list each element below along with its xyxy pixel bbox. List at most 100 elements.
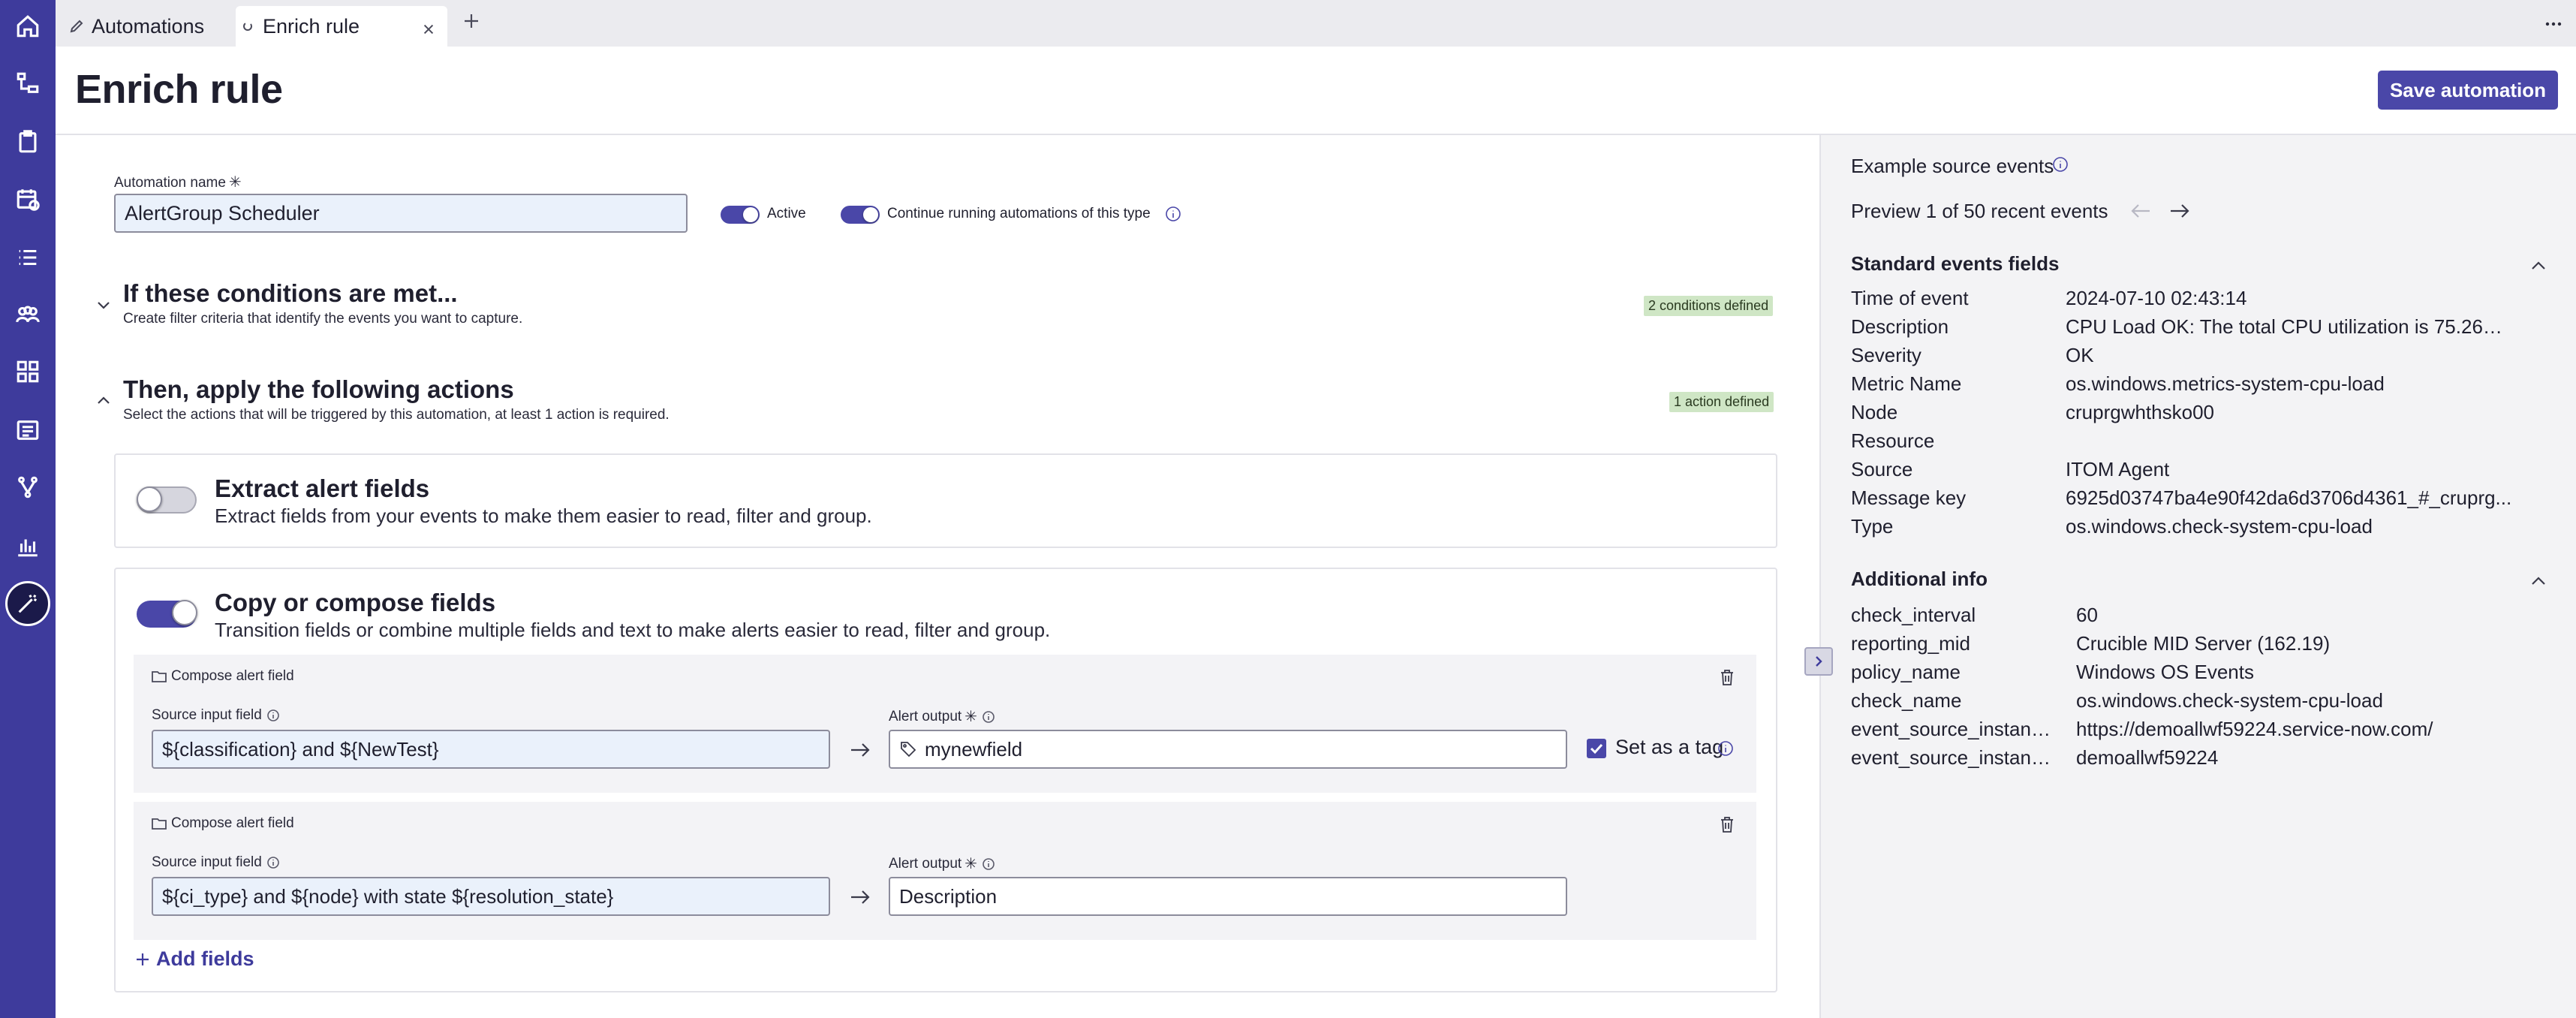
extract-subtitle: Extract fields from your events to make … (215, 504, 872, 527)
compose-alert-field-block: Compose alert field Source input field A… (134, 655, 1756, 793)
field-key: Message key (1851, 486, 1967, 509)
field-key: Time of event (1851, 287, 1969, 309)
standard-field-row: Message key 6925d03747ba4e90f42da6d3706d4… (1851, 486, 2549, 515)
info-icon[interactable] (266, 709, 280, 722)
chevron-up-icon[interactable] (95, 392, 113, 410)
arrow-right-icon (850, 742, 871, 758)
extract-fields-toggle[interactable] (137, 486, 197, 514)
app-root: Automations Enrich rule Enrich rule Save… (0, 0, 2576, 1018)
standard-field-row: Source ITOM Agent (1851, 458, 2549, 486)
hierarchy-icon[interactable] (8, 63, 48, 104)
close-icon[interactable] (422, 18, 437, 35)
clipboard-icon[interactable] (8, 122, 48, 162)
page-title: Enrich rule (75, 67, 283, 112)
source-input-label: Source input field (152, 707, 280, 724)
field-value: cruprgwhthsko00 (2066, 401, 2214, 423)
add-fields-label: Add fields (156, 947, 254, 970)
info-icon[interactable] (1717, 740, 1734, 757)
left-nav-rail (0, 0, 56, 1018)
alert-output-label-text: Alert output (889, 855, 962, 872)
compose-fields-toggle[interactable] (137, 600, 197, 628)
info-icon[interactable] (2052, 156, 2069, 173)
additional-field-row: check_interval 60 (1851, 604, 2549, 632)
arrow-left-icon[interactable] (2130, 203, 2153, 219)
field-value: CPU Load OK: The total CPU utilization i… (2066, 315, 2516, 338)
compose-subtitle: Transition fields or combine multiple fi… (215, 619, 1051, 641)
continue-running-toggle[interactable] (841, 206, 880, 224)
panel-title: Example source events (1851, 155, 2054, 178)
table-list-icon[interactable] (8, 410, 48, 450)
conditions-title: If these conditions are met... (123, 279, 458, 307)
automation-name-label: Automation name ✳ (114, 173, 242, 191)
trash-icon[interactable] (1719, 815, 1737, 835)
chart-icon[interactable] (8, 526, 48, 566)
toggle-knob (137, 486, 162, 512)
field-key: Node (1851, 401, 1898, 423)
tab-label: Enrich rule (263, 14, 360, 38)
extract-title: Extract alert fields (215, 474, 430, 502)
source-input-label-text: Source input field (152, 854, 262, 870)
additional-field-row: check_name os.windows.check-system-cpu-lo… (1851, 689, 2549, 718)
chevron-up-icon[interactable] (2529, 258, 2549, 273)
add-tab-icon[interactable] (461, 11, 486, 36)
automation-name-label-text: Automation name (114, 175, 226, 191)
alert-output-field[interactable]: mynewfield (889, 730, 1567, 769)
grid-icon[interactable] (8, 351, 48, 392)
folder-icon (152, 671, 167, 682)
active-label: Active (767, 206, 806, 221)
field-key: policy_name (1851, 661, 1961, 683)
alert-output-label-text: Alert output (889, 708, 962, 724)
add-fields-button[interactable]: Add fields (134, 947, 254, 971)
chevron-down-icon[interactable] (95, 296, 113, 314)
additional-info-title: Additional info (1851, 568, 1988, 590)
field-key: Type (1851, 515, 1894, 538)
field-key: Metric Name (1851, 372, 1962, 395)
toggle-knob (863, 207, 878, 222)
trash-icon[interactable] (1719, 668, 1737, 688)
field-value: OK (2066, 344, 2094, 366)
field-key: check_interval (1851, 604, 1976, 626)
automation-name-input[interactable] (114, 194, 688, 233)
info-icon[interactable] (982, 857, 995, 871)
panel-title-text: Example source events (1851, 155, 2054, 177)
alert-output-value: Description (899, 884, 998, 908)
source-input-field[interactable] (152, 730, 830, 769)
info-icon[interactable] (266, 856, 280, 869)
more-options-icon[interactable] (2544, 15, 2562, 33)
standard-field-row: Resource (1851, 429, 2549, 458)
group-icon[interactable] (8, 294, 48, 335)
branch-icon[interactable] (8, 467, 48, 507)
list-icon[interactable] (8, 237, 48, 278)
active-toggle[interactable] (721, 206, 760, 224)
chevron-right-icon[interactable] (1804, 647, 1833, 676)
compose-header-text: Compose alert field (171, 815, 294, 831)
tab-automations[interactable]: Automations (69, 6, 234, 47)
field-value: 2024-07-10 02:43:14 (2066, 287, 2247, 309)
field-key: Resource (1851, 429, 1935, 452)
tab-enrich-rule[interactable]: Enrich rule (236, 6, 447, 47)
alert-output-field[interactable]: Description (889, 877, 1567, 916)
toggle-knob (743, 207, 758, 222)
pencil-icon (69, 18, 86, 35)
save-automation-button[interactable]: Save automation (2378, 71, 2558, 110)
standard-field-row: Description CPU Load OK: The total CPU ut… (1851, 315, 2549, 344)
compose-alert-field-block: Compose alert field Source input field A… (134, 802, 1756, 940)
set-as-tag-label: Set as a tag (1615, 736, 1724, 758)
toggle-knob (172, 600, 197, 625)
chevron-up-icon[interactable] (2529, 574, 2549, 589)
info-icon[interactable] (1165, 206, 1181, 222)
required-asterisk: ✳ (228, 174, 242, 191)
field-value: Windows OS Events (2076, 661, 2254, 683)
set-as-tag-checkbox[interactable] (1587, 739, 1606, 758)
field-value: os.windows.metrics-system-cpu-load (2066, 372, 2385, 395)
automation-wand-icon[interactable] (5, 581, 50, 626)
source-input-field[interactable] (152, 877, 830, 916)
arrow-right-icon[interactable] (2169, 203, 2192, 219)
home-icon[interactable] (8, 6, 48, 47)
field-value: https://demoallwf59224.service-now.com/ (2076, 718, 2433, 740)
field-key: event_source_instance... (1851, 718, 2055, 740)
calendar-icon[interactable] (8, 179, 48, 219)
field-key: event_source_instance... (1851, 746, 2055, 769)
info-icon[interactable] (982, 710, 995, 724)
field-value: 6925d03747ba4e90f42da6d3706d4361_#_crupr… (2066, 486, 2512, 509)
